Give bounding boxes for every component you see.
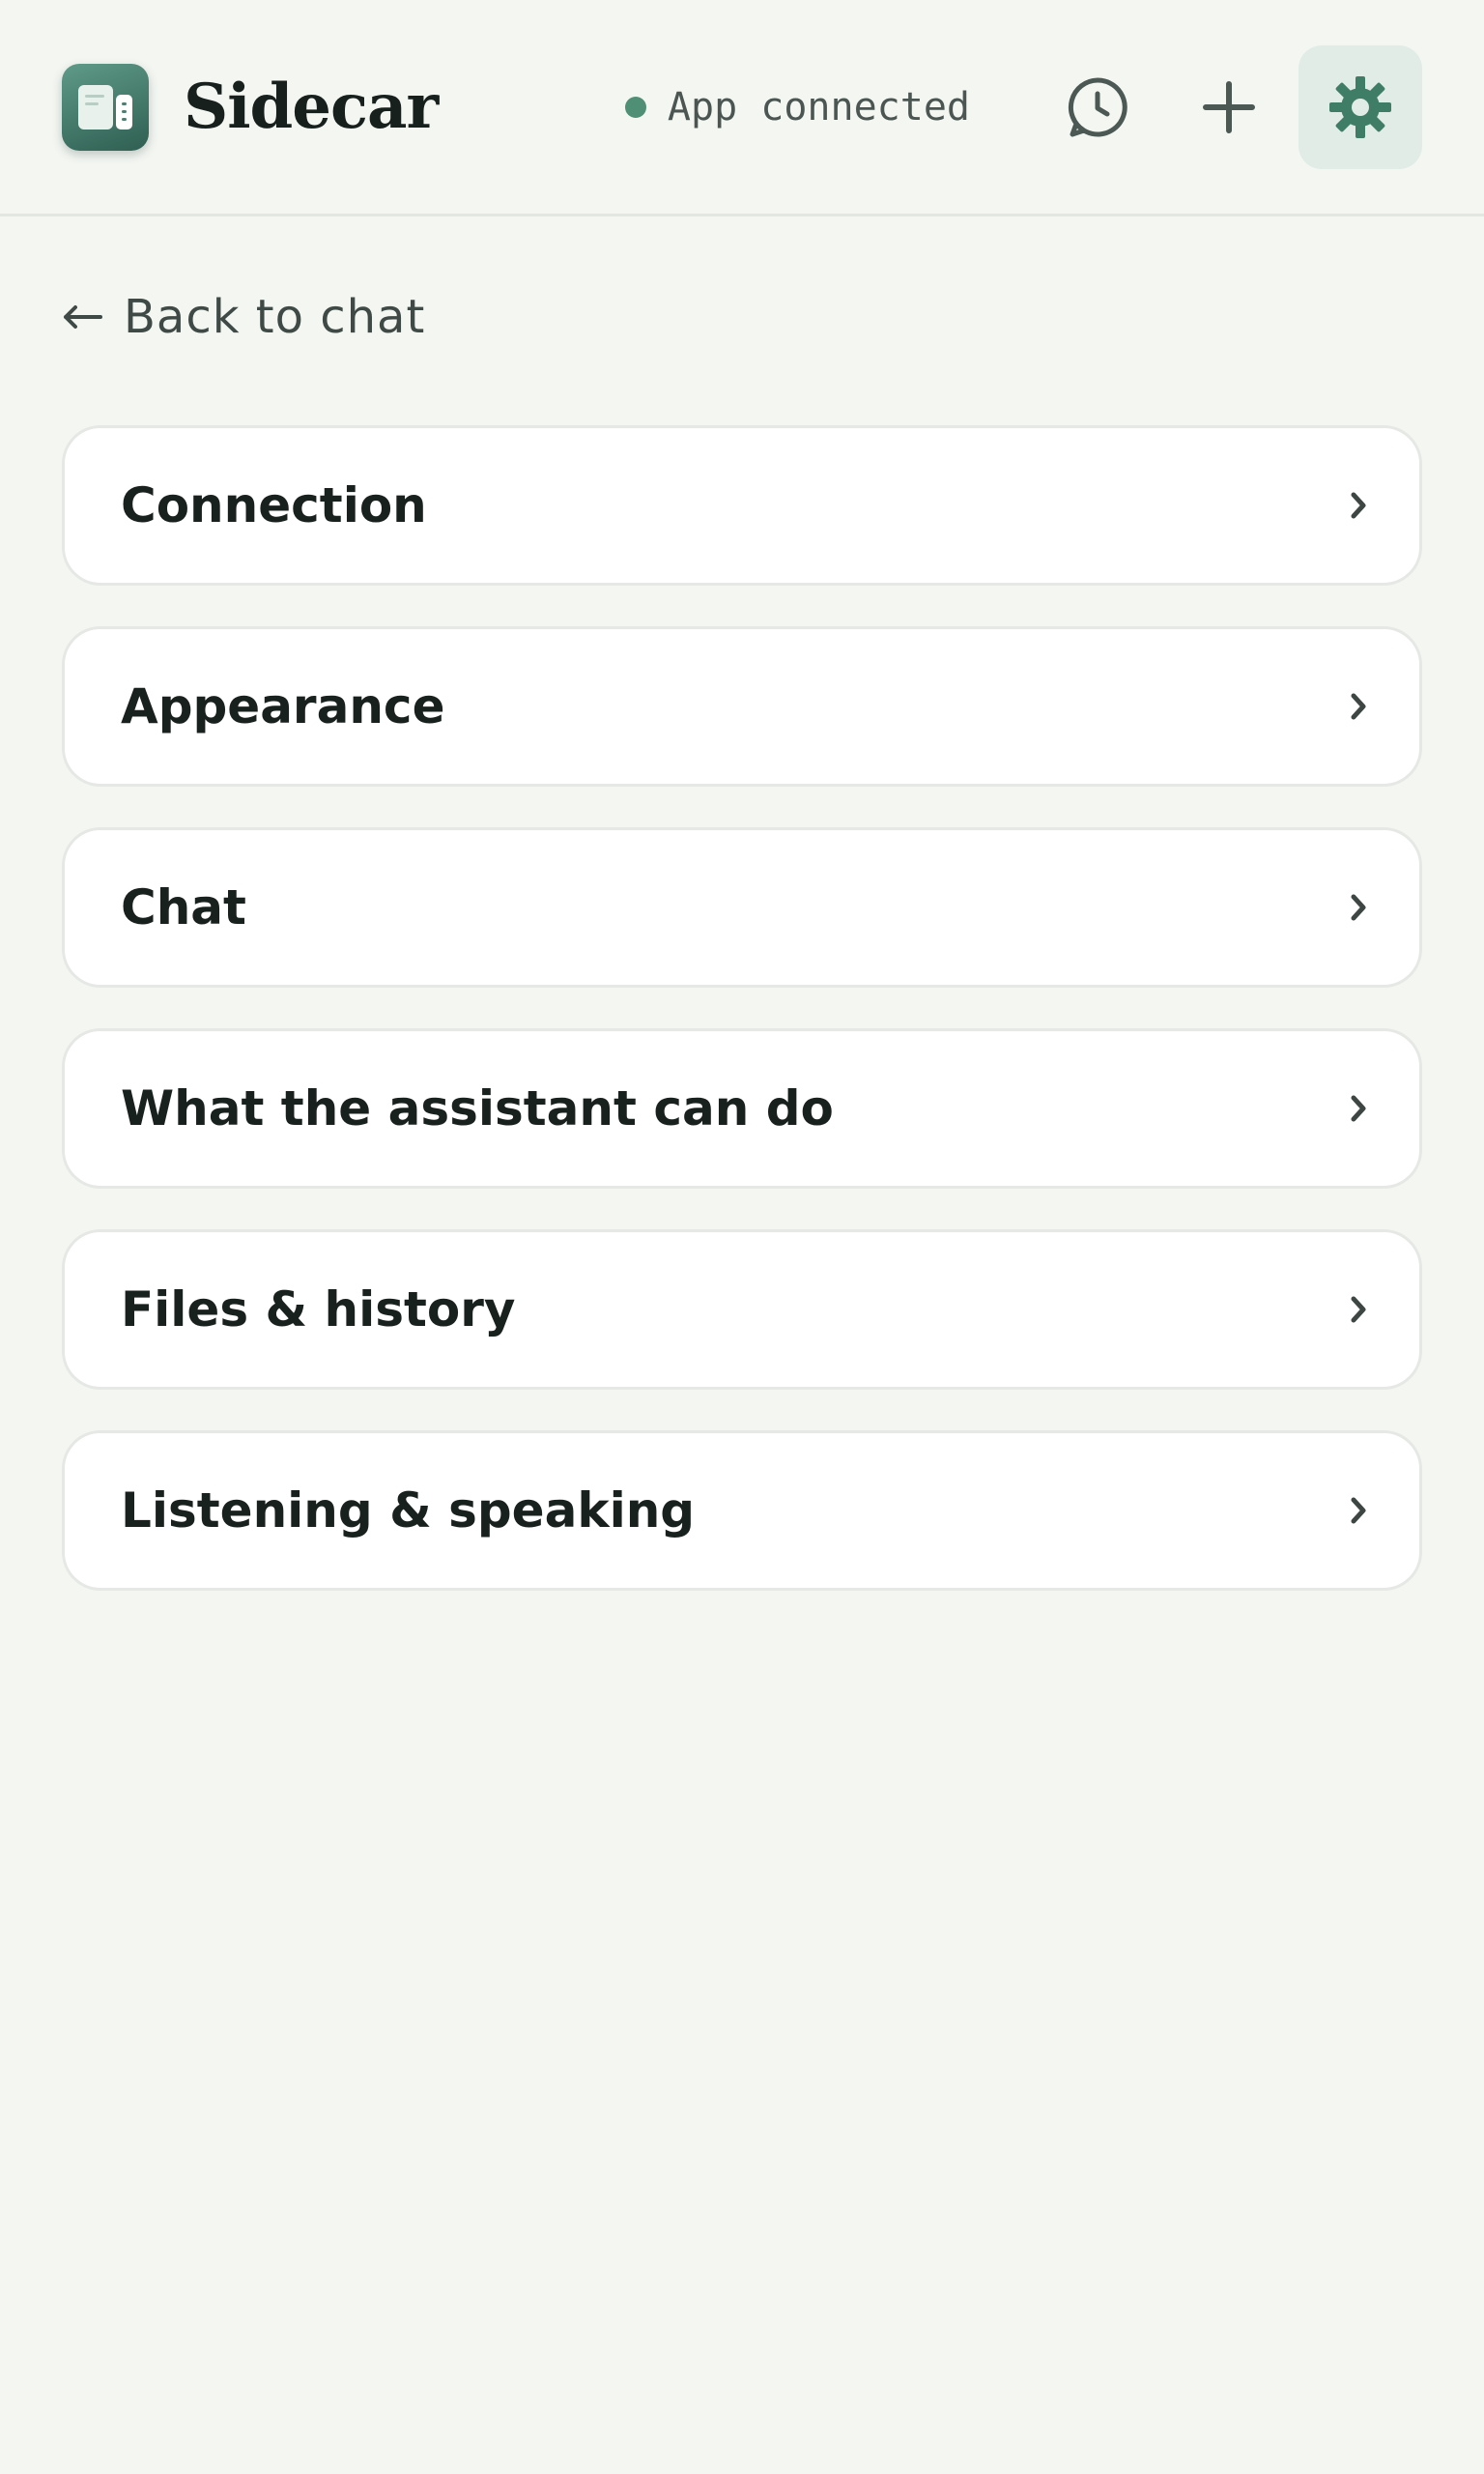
settings-item-label: What the assistant can do [121, 1080, 834, 1136]
gear-icon [1329, 75, 1391, 138]
arrow-left-icon [62, 302, 102, 331]
settings-page: Sidecar App connected Back to chat Conne… [0, 0, 1484, 2474]
status-dot-icon [624, 96, 646, 118]
app-title: Sidecar [184, 71, 439, 143]
chevron-right-icon [1348, 1092, 1369, 1125]
chevron-right-icon [1348, 1494, 1369, 1527]
settings-item-appearance[interactable]: Appearance [62, 626, 1422, 787]
history-icon [1068, 76, 1127, 136]
settings-list: Connection Appearance Chat What the assi… [62, 425, 1422, 1631]
app-header: Sidecar App connected [0, 0, 1484, 216]
settings-item-chat[interactable]: Chat [62, 827, 1422, 988]
back-to-chat-label: Back to chat [124, 290, 426, 344]
chevron-right-icon [1348, 891, 1369, 924]
settings-item-connection[interactable]: Connection [62, 425, 1422, 586]
plus-icon [1203, 80, 1255, 133]
back-to-chat-link[interactable]: Back to chat [62, 290, 425, 344]
settings-item-capabilities[interactable]: What the assistant can do [62, 1028, 1422, 1189]
status-text: App connected [667, 84, 970, 129]
chevron-right-icon [1348, 1293, 1369, 1326]
settings-item-listening-speaking[interactable]: Listening & speaking [62, 1430, 1422, 1591]
settings-button[interactable] [1298, 44, 1422, 169]
settings-item-label: Connection [121, 477, 427, 533]
history-button[interactable] [1036, 45, 1159, 169]
settings-item-label: Files & history [121, 1281, 516, 1338]
settings-item-files-history[interactable]: Files & history [62, 1229, 1422, 1390]
settings-item-label: Listening & speaking [121, 1482, 696, 1539]
app-logo-icon [62, 63, 149, 151]
chevron-right-icon [1348, 690, 1369, 723]
connection-status: App connected [624, 84, 970, 129]
chevron-right-icon [1348, 489, 1369, 522]
settings-item-label: Chat [121, 879, 246, 935]
new-chat-button[interactable] [1167, 45, 1291, 169]
settings-item-label: Appearance [121, 678, 445, 734]
